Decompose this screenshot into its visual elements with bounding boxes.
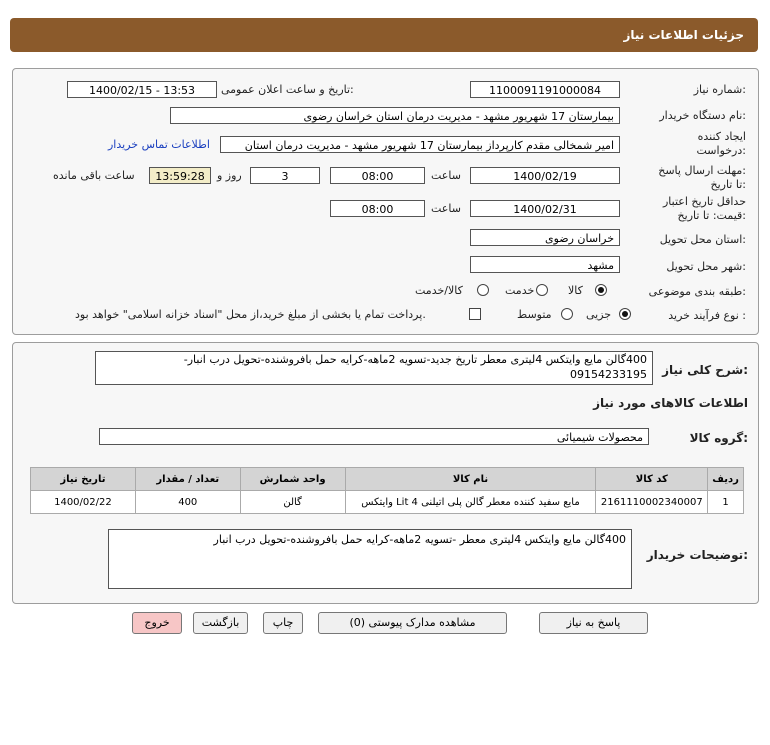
process-option-medium: متوسط [517, 308, 552, 321]
treasury-payment-note: پرداخت تمام یا بخشی از مبلغ خرید،از محل … [75, 308, 426, 321]
category-option-goods-service: کالا/خدمت [415, 284, 463, 297]
announce-date-field: 1400/02/15 - 13:53 [67, 81, 217, 98]
col-name: نام کالا [344, 467, 597, 491]
city-field: مشهد [470, 256, 620, 273]
exit-button[interactable]: خروج [132, 612, 182, 634]
process-label: نوع فرآیند خرید : [668, 309, 746, 322]
validity-date-field: 1400/02/31 [470, 200, 620, 217]
goods-section-title: اطلاعات کالاهای مورد نیاز [593, 396, 748, 410]
process-radio-minor[interactable] [619, 308, 631, 320]
category-label: طبقه بندی موضوعی: [648, 285, 746, 298]
days-label: روز و [217, 169, 242, 182]
days-remaining-field: 3 [250, 167, 320, 184]
cell-unit: گالن [239, 490, 346, 514]
deadline-label-2: تا تاریخ: [710, 178, 746, 191]
city-label: شهر محل تحویل: [666, 260, 746, 273]
validity-time-label: ساعت [431, 202, 461, 215]
print-button[interactable]: چاپ [263, 612, 303, 634]
col-code: کد کالا [595, 467, 709, 491]
validity-label-1: حداقل تاریخ اعتبار [662, 195, 746, 208]
goods-table-header: ردیف کد کالا نام کالا واحد شمارش تعداد /… [30, 467, 744, 491]
validity-label-2: قیمت: تا تاریخ: [677, 209, 746, 222]
need-info-panel: شماره نیاز: 1100091191000084 تاریخ و ساع… [12, 68, 759, 335]
goods-table: ردیف کد کالا نام کالا واحد شمارش تعداد /… [30, 467, 744, 514]
category-radio-service[interactable] [536, 284, 548, 296]
col-date: تاریخ نیاز [30, 467, 136, 491]
col-unit: واحد شمارش [239, 467, 346, 491]
category-option-goods: کالا [568, 284, 583, 297]
deadline-time-label: ساعت [431, 169, 461, 182]
deadline-date-field: 1400/02/19 [470, 167, 620, 184]
cell-code: 2161110002340007 [595, 490, 709, 514]
category-option-service: خدمت [505, 284, 535, 297]
goods-group-field: محصولات شیمیائی [99, 428, 649, 445]
creator-field: امیر شمخالی مقدم کارپرداز بیمارستان 17 ش… [220, 136, 620, 153]
category-radio-goods[interactable] [595, 284, 607, 296]
buyer-notes-text: 400گالن مایع وایتکس 4لیتری معطر -تسویه 2… [213, 533, 626, 546]
description-box: 400گالن مایع وایتکس 4لیتری معطر تاریخ جد… [95, 351, 653, 385]
province-label: استان محل تحویل: [659, 233, 746, 246]
col-qty: تعداد / مقدار [134, 467, 241, 491]
process-option-minor: جزیی [586, 308, 612, 321]
remaining-time-label: ساعت باقی مانده [53, 169, 135, 182]
creator-label-2: درخواست: [696, 144, 747, 157]
page-header: جزئیات اطلاعات نیاز [10, 18, 758, 52]
description-label: شرح کلی نیاز: [662, 363, 748, 377]
col-row: ردیف [707, 467, 744, 491]
page-title: جزئیات اطلاعات نیاز [623, 28, 744, 42]
back-button[interactable]: بازگشت [193, 612, 248, 634]
creator-label-1: ایجاد کننده [697, 130, 746, 143]
deadline-label-1: مهلت ارسال پاسخ: [658, 164, 746, 177]
process-radio-medium[interactable] [561, 308, 573, 320]
reply-button[interactable]: پاسخ به نیاز [539, 612, 648, 634]
buyer-org-label: نام دستگاه خریدار: [659, 109, 746, 122]
cell-row: 1 [707, 490, 744, 514]
deadline-time-field: 08:00 [330, 167, 425, 184]
description-line-2: 09154233195 [570, 368, 647, 381]
need-number-label: شماره نیاز: [693, 83, 746, 96]
validity-time-field: 08:00 [330, 200, 425, 217]
cell-qty: 400 [134, 490, 241, 514]
cell-name: مایع سفید کننده معطر گالن پلی اتیلنی Lit… [344, 490, 597, 514]
need-details-panel: شرح کلی نیاز: 400گالن مایع وایتکس 4لیتری… [12, 342, 759, 604]
buyer-notes-box: 400گالن مایع وایتکس 4لیتری معطر -تسویه 2… [108, 529, 632, 589]
buyer-org-field: بیمارستان 17 شهریور مشهد - مدیریت درمان … [170, 107, 620, 124]
treasury-payment-checkbox[interactable] [469, 308, 481, 320]
view-attachments-button[interactable]: مشاهده مدارک پیوستی (0) [318, 612, 507, 634]
description-line-1: 400گالن مایع وایتکس 4لیتری معطر تاریخ جد… [183, 353, 647, 366]
remaining-time-field: 13:59:28 [149, 167, 211, 184]
category-radio-goods-service[interactable] [477, 284, 489, 296]
buyer-notes-label: توضیحات خریدار: [646, 548, 748, 562]
table-row: 1 2161110002340007 مایع سفید کننده معطر … [30, 490, 744, 514]
buyer-contact-link[interactable]: اطلاعات تماس خریدار [108, 138, 210, 151]
cell-date: 1400/02/22 [30, 490, 136, 514]
goods-group-label: گروه کالا: [689, 431, 748, 445]
need-number-field: 1100091191000084 [470, 81, 620, 98]
announce-date-label: تاریخ و ساعت اعلان عمومی: [221, 83, 354, 96]
province-field: خراسان رضوی [470, 229, 620, 246]
